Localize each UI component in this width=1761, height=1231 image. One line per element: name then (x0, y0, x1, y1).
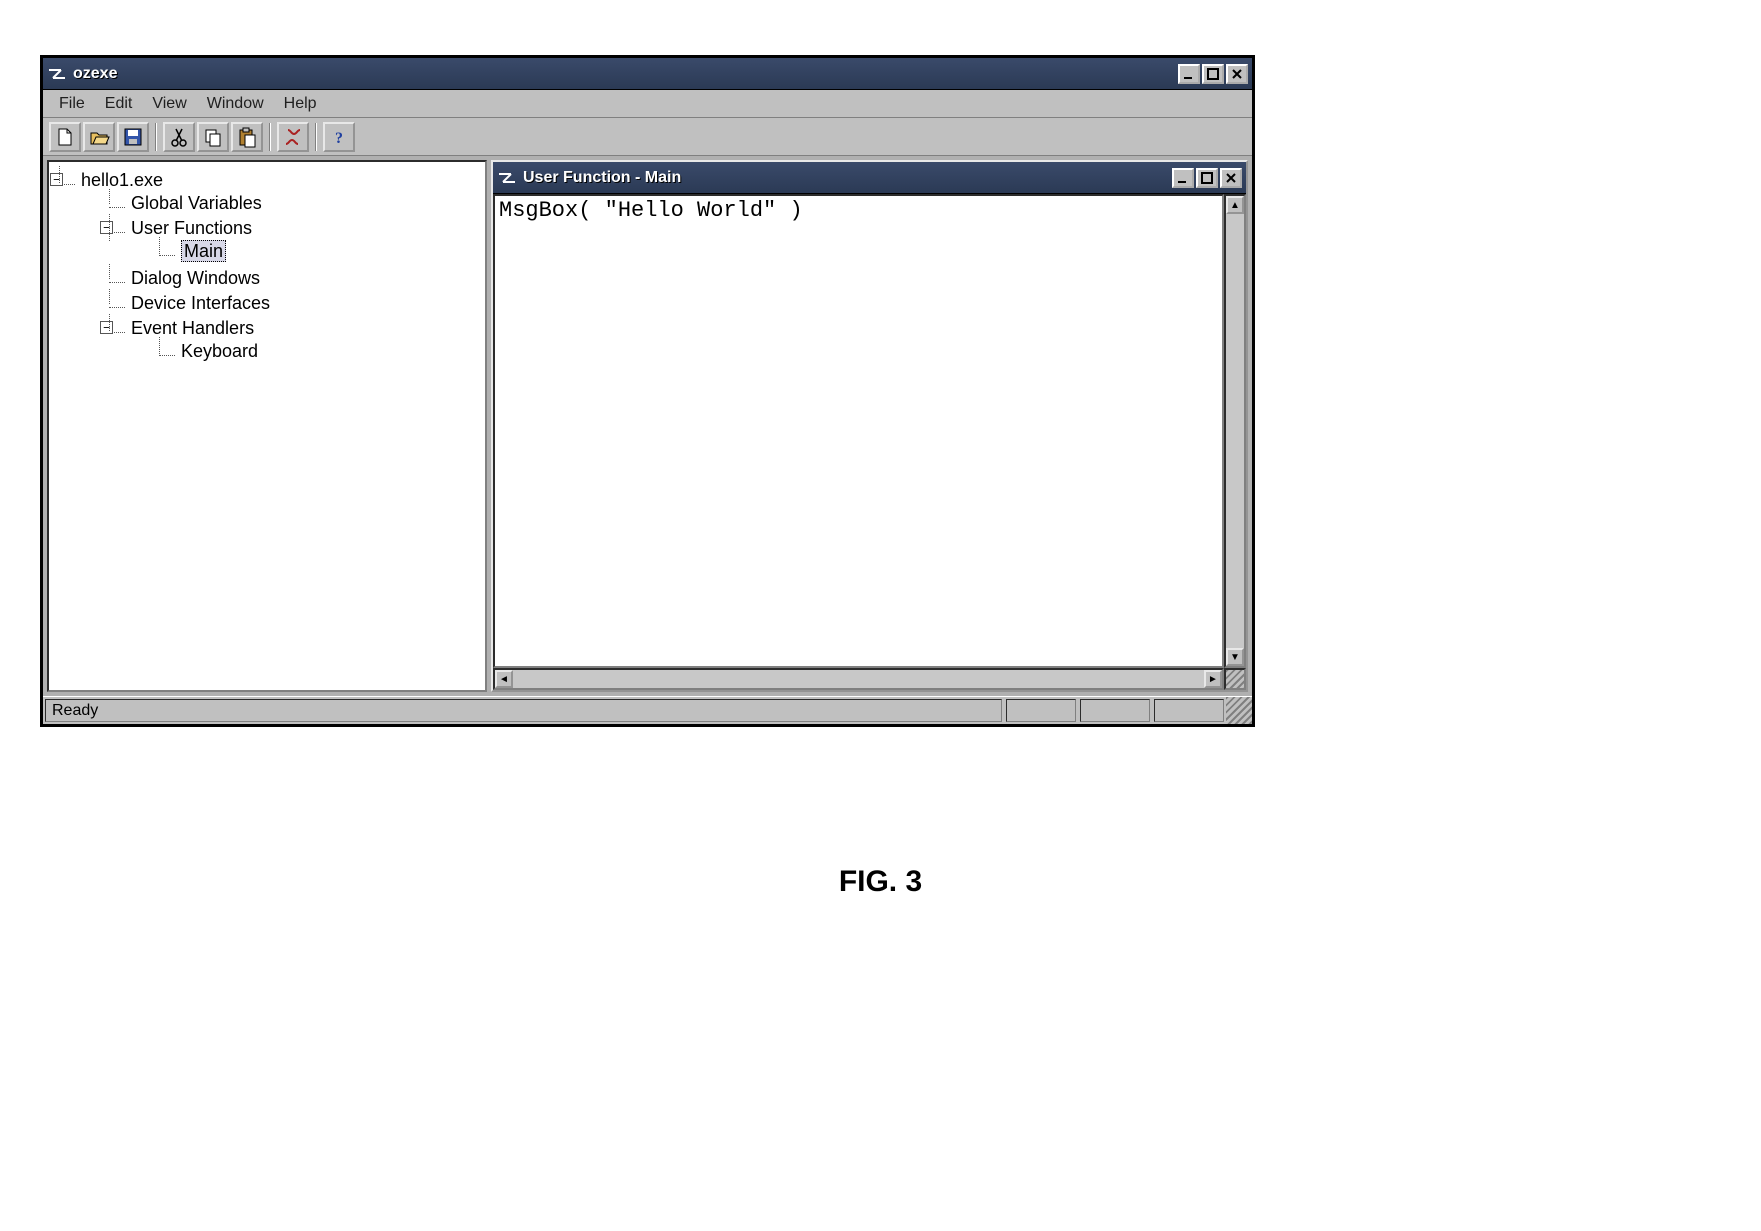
size-grip-icon[interactable] (1224, 668, 1246, 690)
scroll-left-icon[interactable]: ◄ (495, 670, 513, 688)
scroll-down-icon[interactable]: ▼ (1226, 648, 1244, 666)
figure-label: FIG. 3 (0, 865, 1761, 899)
tree-node-user-functions[interactable]: User Functions (131, 218, 252, 238)
tree-node-root[interactable]: hello1.exe (81, 170, 163, 190)
status-pane (1006, 699, 1076, 722)
open-button[interactable] (83, 122, 115, 152)
editor-titlebar[interactable]: User Function - Main (493, 162, 1246, 194)
menu-view[interactable]: View (142, 93, 196, 115)
help-button[interactable]: ? (323, 122, 355, 152)
toolbar: ? (43, 118, 1252, 156)
maximize-button[interactable] (1202, 64, 1224, 84)
tree-toggle-icon[interactable]: − (100, 221, 113, 234)
cut-button[interactable] (163, 122, 195, 152)
save-button[interactable] (117, 122, 149, 152)
menu-file[interactable]: File (49, 93, 95, 115)
tree-node-dialog-windows[interactable]: Dialog Windows (131, 268, 260, 288)
toolbar-separator (269, 123, 271, 151)
tree-toggle-icon[interactable]: − (50, 173, 63, 186)
status-text: Ready (45, 699, 1002, 722)
menu-help[interactable]: Help (274, 93, 327, 115)
code-editor[interactable]: MsgBox( "Hello World" ) (493, 194, 1224, 668)
svg-text:?: ? (335, 130, 343, 147)
scroll-up-icon[interactable]: ▲ (1226, 196, 1244, 214)
status-pane (1080, 699, 1150, 722)
titlebar[interactable]: ozexe (43, 58, 1252, 90)
tree-node-event-handlers[interactable]: Event Handlers (131, 318, 254, 338)
application-window: ozexe File Edit View Window Help (40, 55, 1255, 727)
app-icon (497, 170, 517, 186)
toolbar-separator (315, 123, 317, 151)
editor-maximize-button[interactable] (1196, 168, 1218, 188)
project-tree[interactable]: − hello1.exe Global Variables − User Fun… (47, 160, 487, 692)
horizontal-scrollbar[interactable]: ◄ ► (493, 668, 1224, 690)
tree-toggle-icon[interactable]: − (100, 321, 113, 334)
tree-node-global-variables[interactable]: Global Variables (131, 193, 262, 213)
tree-node-device-interfaces[interactable]: Device Interfaces (131, 293, 270, 313)
editor-window-title: User Function - Main (523, 169, 1170, 187)
tree-node-keyboard[interactable]: Keyboard (181, 341, 258, 361)
menu-window[interactable]: Window (197, 93, 274, 115)
vertical-scrollbar[interactable]: ▲ ▼ (1224, 194, 1246, 668)
statusbar: Ready (43, 696, 1252, 724)
status-pane (1154, 699, 1224, 722)
scroll-right-icon[interactable]: ► (1204, 670, 1222, 688)
run-button[interactable] (277, 122, 309, 152)
new-button[interactable] (49, 122, 81, 152)
minimize-button[interactable] (1178, 64, 1200, 84)
menu-edit[interactable]: Edit (95, 93, 143, 115)
client-area: − hello1.exe Global Variables − User Fun… (43, 156, 1252, 696)
editor-minimize-button[interactable] (1172, 168, 1194, 188)
menubar: File Edit View Window Help (43, 90, 1252, 118)
window-title: ozexe (73, 65, 1176, 83)
size-grip-icon[interactable] (1226, 697, 1252, 724)
editor-close-button[interactable] (1220, 168, 1242, 188)
tree-node-main[interactable]: Main (181, 240, 226, 262)
toolbar-separator (155, 123, 157, 151)
copy-button[interactable] (197, 122, 229, 152)
editor-window: User Function - Main MsgBox( "Hello Worl… (491, 160, 1248, 692)
paste-button[interactable] (231, 122, 263, 152)
app-icon (47, 66, 67, 82)
close-button[interactable] (1226, 64, 1248, 84)
